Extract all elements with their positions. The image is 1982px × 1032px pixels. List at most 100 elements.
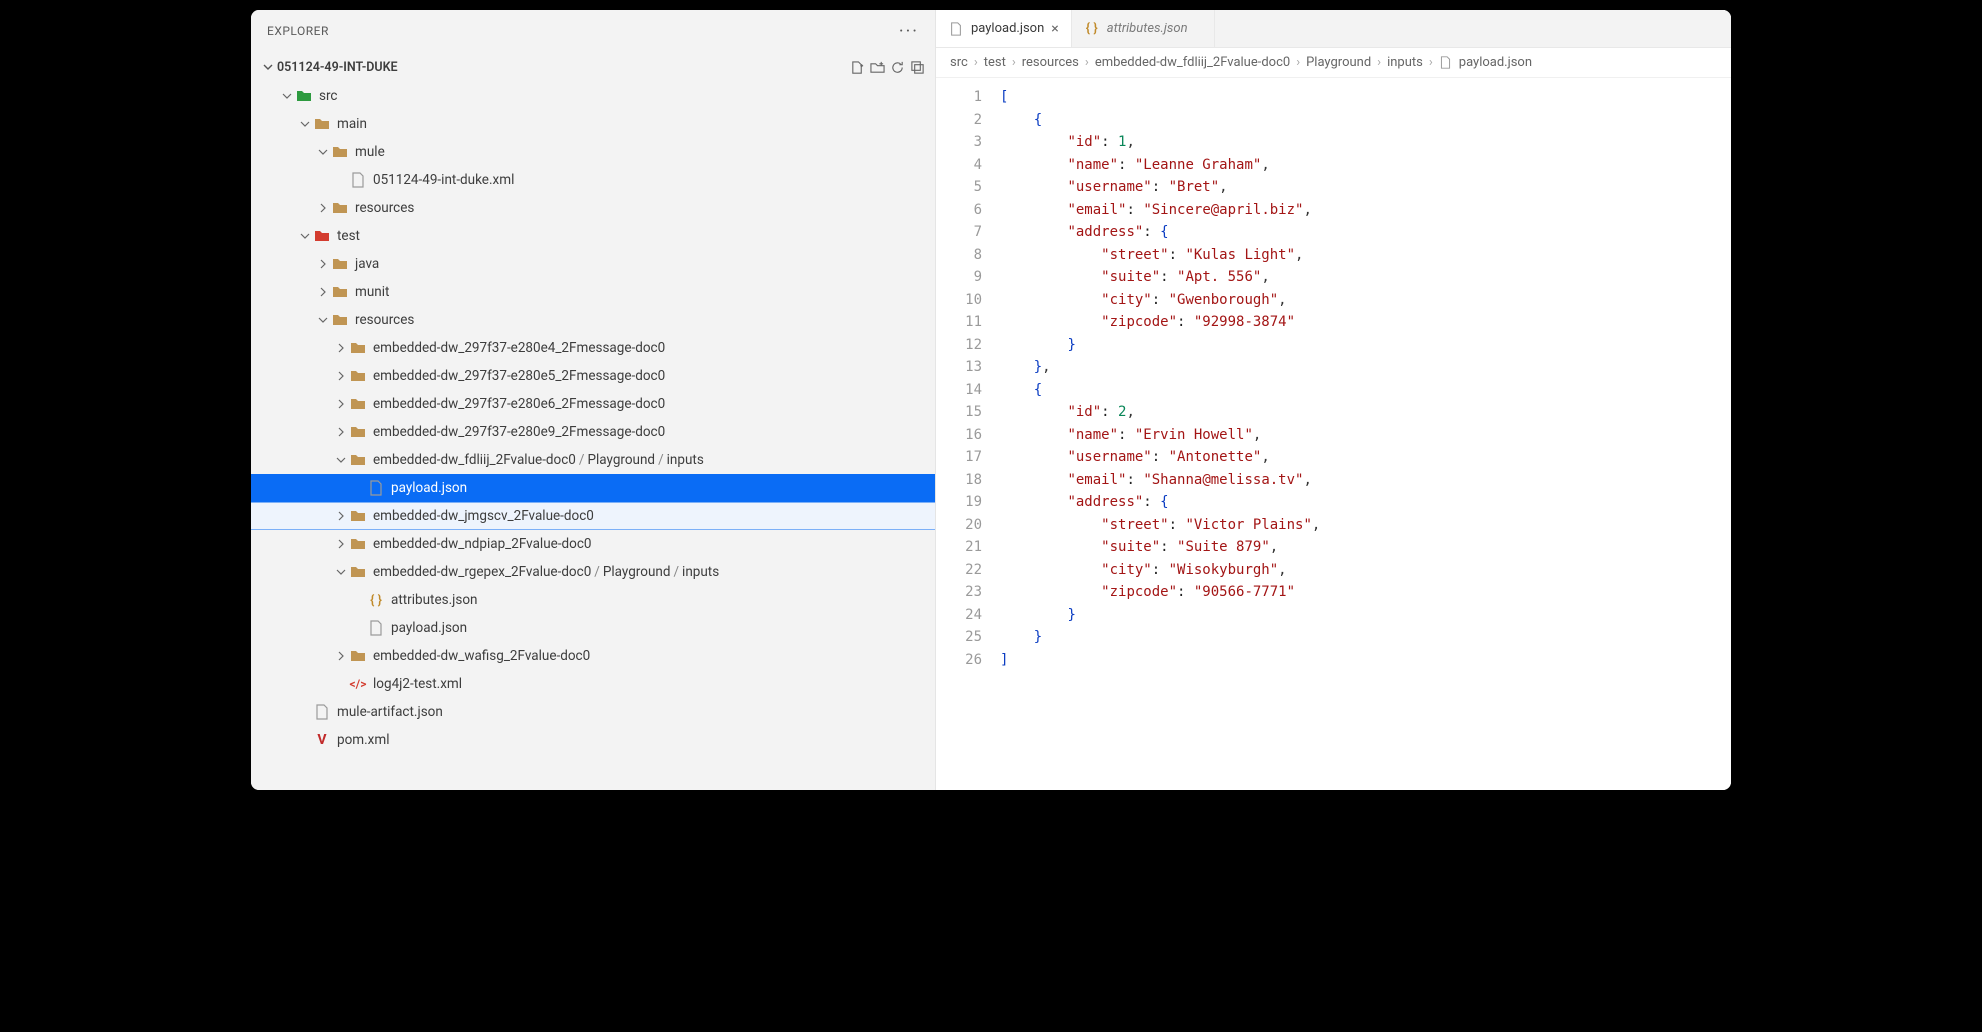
tree-row[interactable]: </>log4j2-test.xml — [251, 670, 935, 698]
file-tree: srcmainmule051124-49-int-duke.xmlresourc… — [251, 82, 935, 774]
folder-open-icon — [313, 115, 331, 133]
breadcrumb-segment[interactable]: src — [950, 55, 968, 70]
refresh-icon[interactable] — [887, 57, 907, 77]
breadcrumb-segment[interactable]: inputs — [1387, 55, 1423, 70]
path-separator: / — [579, 452, 585, 468]
code-line[interactable]: "username": "Bret", — [1000, 176, 1320, 199]
line-number: 9 — [936, 266, 982, 289]
code-line[interactable]: "address": { — [1000, 491, 1320, 514]
chevron-down-icon[interactable] — [297, 116, 313, 132]
editor-tab[interactable]: payload.json× — [936, 10, 1072, 47]
tree-row[interactable]: embedded-dw_297f37-e280e5_2Fmessage-doc0 — [251, 362, 935, 390]
tree-row[interactable]: mule-artifact.json — [251, 698, 935, 726]
editor-tab[interactable]: { }attributes.json× — [1072, 10, 1215, 47]
chevron-right-icon[interactable] — [333, 396, 349, 412]
code-line[interactable]: "address": { — [1000, 221, 1320, 244]
tree-row[interactable]: payload.json — [251, 474, 935, 502]
code-line[interactable]: { — [1000, 109, 1320, 132]
chevron-down-icon[interactable] — [333, 452, 349, 468]
code-line[interactable]: "email": "Sincere@april.biz", — [1000, 199, 1320, 222]
tree-row[interactable]: java — [251, 250, 935, 278]
line-number: 25 — [936, 626, 982, 649]
chevron-down-icon[interactable] — [315, 144, 331, 160]
chevron-right-icon[interactable] — [333, 536, 349, 552]
code-line[interactable]: } — [1000, 604, 1320, 627]
line-number: 10 — [936, 289, 982, 312]
code-line[interactable]: "name": "Leanne Graham", — [1000, 154, 1320, 177]
path-separator: / — [594, 564, 600, 580]
breadcrumb-segment[interactable]: Playground — [1306, 55, 1371, 70]
tree-row[interactable]: resources — [251, 194, 935, 222]
chevron-right-icon[interactable] — [333, 368, 349, 384]
project-header[interactable]: 051124-49-INT-DUKE — [251, 52, 935, 82]
code-line[interactable]: [ — [1000, 86, 1320, 109]
tree-row[interactable]: embedded-dw_297f37-e280e6_2Fmessage-doc0 — [251, 390, 935, 418]
chevron-right-icon[interactable] — [315, 200, 331, 216]
code-line[interactable]: } — [1000, 626, 1320, 649]
tree-row[interactable]: embedded-dw_fdliij_2Fvalue-doc0/Playgrou… — [251, 446, 935, 474]
code-line[interactable]: "zipcode": "90566-7771" — [1000, 581, 1320, 604]
code-content[interactable]: [ { "id": 1, "name": "Leanne Graham", "u… — [992, 78, 1320, 790]
tree-row[interactable]: src — [251, 82, 935, 110]
close-icon[interactable]: × — [1051, 21, 1058, 37]
code-line[interactable]: "email": "Shanna@melissa.tv", — [1000, 469, 1320, 492]
tree-row[interactable]: test — [251, 222, 935, 250]
code-editor[interactable]: 1234567891011121314151617181920212223242… — [936, 78, 1731, 790]
tab-label: attributes.json — [1107, 21, 1188, 36]
code-line[interactable]: } — [1000, 334, 1320, 357]
code-line[interactable]: "street": "Victor Plains", — [1000, 514, 1320, 537]
breadcrumb-segment[interactable]: test — [984, 55, 1006, 70]
code-line[interactable]: "street": "Kulas Light", — [1000, 244, 1320, 267]
folder-tan-icon — [331, 283, 349, 301]
chevron-right-icon[interactable] — [333, 340, 349, 356]
code-line[interactable]: "suite": "Suite 879", — [1000, 536, 1320, 559]
chevron-down-icon[interactable] — [333, 564, 349, 580]
code-line[interactable]: "name": "Ervin Howell", — [1000, 424, 1320, 447]
tree-row[interactable]: mule — [251, 138, 935, 166]
tree-row[interactable]: embedded-dw_ndpiap_2Fvalue-doc0 — [251, 530, 935, 558]
tree-row[interactable]: embedded-dw_297f37-e280e9_2Fmessage-doc0 — [251, 418, 935, 446]
code-line[interactable]: "zipcode": "92998-3874" — [1000, 311, 1320, 334]
chevron-down-icon — [259, 59, 277, 75]
tree-row[interactable]: Vpom.xml — [251, 726, 935, 754]
breadcrumb-segment[interactable]: embedded-dw_fdliij_2Fvalue-doc0 — [1095, 55, 1290, 70]
chevron-down-icon[interactable] — [279, 88, 295, 104]
code-line[interactable]: "id": 2, — [1000, 401, 1320, 424]
folder-tan-icon — [349, 507, 367, 525]
chevron-right-icon[interactable] — [333, 508, 349, 524]
tree-row[interactable]: main — [251, 110, 935, 138]
chevron-right-icon[interactable] — [315, 256, 331, 272]
path-separator: / — [673, 564, 679, 580]
tree-row[interactable]: { }attributes.json — [251, 586, 935, 614]
code-line[interactable]: }, — [1000, 356, 1320, 379]
tree-row[interactable]: embedded-dw_rgepex_2Fvalue-doc0/Playgrou… — [251, 558, 935, 586]
tree-row[interactable]: 051124-49-int-duke.xml — [251, 166, 935, 194]
breadcrumb-segment[interactable]: payload.json — [1459, 55, 1532, 70]
tree-item-label: resources — [355, 312, 414, 328]
code-line[interactable]: ] — [1000, 649, 1320, 672]
tree-item-label: test — [337, 228, 360, 244]
code-line[interactable]: { — [1000, 379, 1320, 402]
tree-row[interactable]: resources — [251, 306, 935, 334]
chevron-right-icon[interactable] — [333, 648, 349, 664]
chevron-down-icon[interactable] — [315, 312, 331, 328]
chevron-right-icon[interactable] — [333, 424, 349, 440]
tree-item-label: embedded-dw_ndpiap_2Fvalue-doc0 — [373, 536, 592, 552]
tree-row[interactable]: embedded-dw_jmgscv_2Fvalue-doc0 — [251, 502, 935, 530]
chevron-down-icon[interactable] — [297, 228, 313, 244]
code-line[interactable]: "suite": "Apt. 556", — [1000, 266, 1320, 289]
tree-row[interactable]: payload.json — [251, 614, 935, 642]
tree-row[interactable]: embedded-dw_wafisg_2Fvalue-doc0 — [251, 642, 935, 670]
tree-row[interactable]: embedded-dw_297f37-e280e4_2Fmessage-doc0 — [251, 334, 935, 362]
code-line[interactable]: "city": "Gwenborough", — [1000, 289, 1320, 312]
code-line[interactable]: "username": "Antonette", — [1000, 446, 1320, 469]
code-line[interactable]: "id": 1, — [1000, 131, 1320, 154]
new-file-icon[interactable] — [847, 57, 867, 77]
breadcrumb-segment[interactable]: resources — [1022, 55, 1079, 70]
explorer-more-icon[interactable]: ··· — [899, 21, 919, 42]
code-line[interactable]: "city": "Wisokyburgh", — [1000, 559, 1320, 582]
tree-row[interactable]: munit — [251, 278, 935, 306]
chevron-right-icon[interactable] — [315, 284, 331, 300]
collapse-all-icon[interactable] — [907, 57, 927, 77]
new-folder-icon[interactable] — [867, 57, 887, 77]
